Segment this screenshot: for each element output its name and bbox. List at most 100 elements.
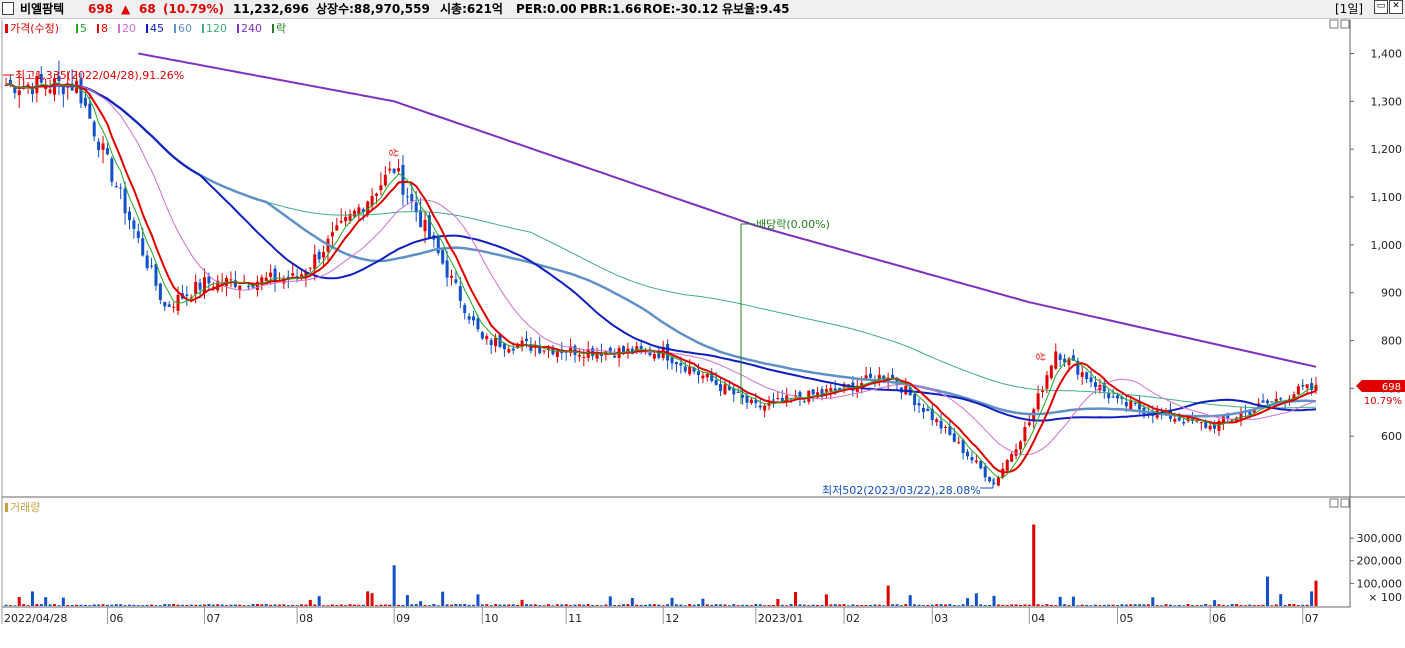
candle-body [1279,398,1283,400]
volume-bar [648,604,652,606]
volume-bar [494,604,498,606]
volume-bar [776,599,780,606]
candle-body [511,348,515,351]
volume-bar [741,604,745,606]
y-tick-label: 1,200 [1371,143,1403,156]
candle-body [524,338,528,342]
price-panel-controls[interactable] [1329,19,1350,29]
candle-body [1027,422,1031,426]
volume-bar [1107,604,1111,606]
y-tick-label: 1,100 [1371,191,1403,204]
volume-bar [1045,604,1049,606]
volume-bar [635,604,639,606]
volume-bar [974,593,978,606]
volume-bar [255,603,259,606]
volume-bar [899,605,903,606]
candle-body [405,196,409,198]
volume-bar [696,604,700,606]
chart-frame [1,20,1405,608]
high-annotation: 최고1,335(2022/04/28),91.26% [3,69,184,82]
volume-bar [83,604,87,606]
volume-bar [17,597,21,606]
volume-bar [480,604,484,606]
candle-body [445,260,449,278]
volume-bar [1071,596,1075,606]
candle-body [829,387,833,391]
volume-bar [410,604,414,606]
volume-bar [948,604,952,606]
close-panel-icon[interactable] [1340,498,1350,508]
volume-bar [771,605,775,606]
volume-panel-controls[interactable] [1329,498,1350,508]
minimize-panel-icon[interactable] [1329,19,1339,29]
volume-bar [189,604,193,606]
candle-body [943,427,947,429]
candle-body [494,337,498,347]
volume-bar [1292,604,1296,606]
candle-body [1049,365,1053,379]
volume-bar [921,605,925,606]
candle-body [132,220,136,229]
volume-bar [1142,604,1146,606]
volume-bar [1261,604,1265,606]
candle-body [88,103,92,119]
volume-bar [211,604,215,606]
x-tick-label: 12 [665,612,679,625]
volume-bar [683,605,687,606]
legend-item-label: 20 [122,22,136,35]
candle-body [1296,386,1300,395]
x-tick-label: 08 [299,612,313,625]
volume-bar [427,605,431,606]
candle-body [582,357,586,359]
candle-body [158,283,162,300]
candle-body [48,89,52,93]
volume-bar [352,604,356,606]
price-tag-pct: 10.79% [1364,396,1402,407]
volume-bar [599,605,603,606]
volume-bar [996,604,1000,606]
volume-bar [547,604,551,606]
candle-body [926,408,930,412]
volume-bar [1164,604,1168,606]
volume-bar [1310,591,1314,606]
candle-body [308,267,312,269]
volume-bar [141,605,145,606]
volume-bar [313,604,317,606]
dividend-annotation: 배당락(0.00%) [740,218,830,404]
volume-bar [719,604,723,606]
volume-bar [1014,604,1018,606]
candle-body [502,343,506,350]
volume-bar [1076,605,1080,606]
minimize-panel-icon[interactable] [1329,498,1339,508]
volume-bar [1226,605,1230,606]
candle-body [1036,393,1040,410]
candle-body [1208,425,1212,430]
close-panel-icon[interactable] [1340,19,1350,29]
candle-body [652,354,656,359]
x-tick-label: 07 [1305,612,1319,625]
volume-bar [220,604,224,606]
volume-bar [39,604,43,606]
volume-bar [172,603,176,606]
volume-bar [105,604,109,606]
candle-body [485,336,489,340]
volume-bar [119,604,123,606]
candle-body [480,332,484,339]
volume-bar [820,604,824,606]
volume-bar [423,604,427,606]
volume-bar [1168,604,1172,606]
legend-swatch [146,24,148,33]
volume-bar [229,604,233,606]
stock-chart: 6007008009001,0001,1001,2001,3001,400100… [1,19,1405,625]
price-panel [4,60,1318,487]
legend-swatch [97,24,99,33]
volume-bar [661,605,665,606]
volume-bar [824,594,828,606]
volume-bar [1067,605,1071,606]
volume-bar [238,604,242,606]
volume-bar [277,604,281,606]
candle-body [154,264,158,286]
volume-bar [458,604,462,606]
candle-body [163,301,167,307]
axes: 6007008009001,0001,1001,2001,3001,400100… [1,47,1403,625]
